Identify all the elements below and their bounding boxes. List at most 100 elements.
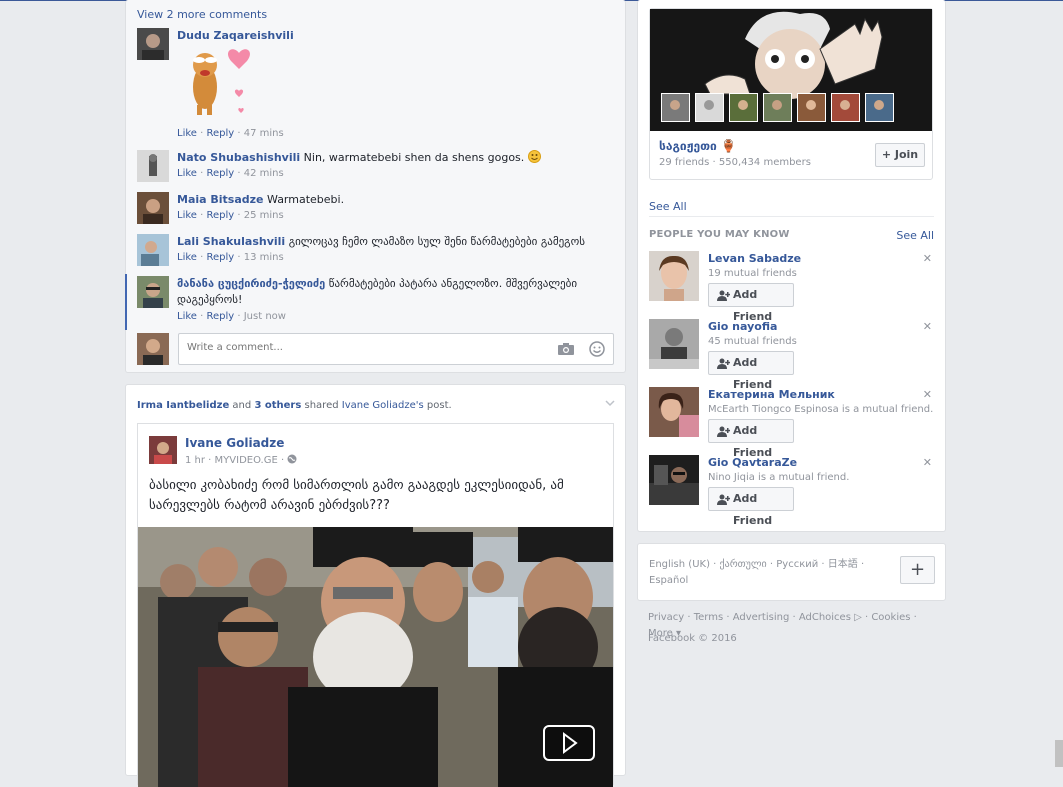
join-label: Join — [894, 148, 919, 161]
join-group-button[interactable]: + Join — [875, 143, 925, 167]
post-word-text: post. — [426, 400, 452, 411]
plus-icon: + — [881, 148, 892, 161]
add-friend-button[interactable]: Add Friend — [708, 419, 794, 459]
add-friend-button[interactable]: Add Friend — [708, 487, 794, 527]
reply-link[interactable]: Reply — [206, 168, 234, 179]
member-thumb[interactable] — [831, 93, 860, 122]
original-author-link[interactable]: Ivane Goliadze's — [342, 400, 424, 411]
pymk-item: Екатерина Мельник McEarth Tiongco Espino… — [649, 387, 934, 459]
like-link[interactable]: Like — [177, 252, 197, 263]
share-line: Irma Iantbelidze and 3 others shared Iva… — [137, 400, 452, 411]
reply-link[interactable]: Reply — [206, 252, 234, 263]
reply-link[interactable]: Reply — [206, 128, 234, 139]
dismiss-icon[interactable]: ✕ — [923, 320, 932, 333]
mutual-friends: Nino Jiqia is a mutual friend. — [708, 472, 850, 483]
comment-author[interactable]: Nato Shubashishvili — [177, 151, 300, 164]
pymk-see-all-link[interactable]: See All — [896, 229, 934, 242]
add-friend-icon — [717, 426, 730, 437]
pymk-item: Gio QavtaraZe Nino Jiqia is a mutual fri… — [649, 455, 934, 527]
language-links-line1[interactable]: English (UK) · ქართული · Русский · 日本語 · — [649, 557, 869, 573]
video-thumbnail[interactable] — [138, 527, 613, 787]
avatar[interactable] — [137, 28, 169, 60]
reply-link[interactable]: Reply — [206, 311, 234, 322]
mutual-friends: 45 mutual friends — [708, 336, 797, 347]
avatar[interactable] — [137, 192, 169, 224]
add-friend-icon — [717, 358, 730, 369]
comment-author[interactable]: Maia Bitsadze — [177, 193, 264, 206]
reply-link[interactable]: Reply — [206, 210, 234, 221]
post-time[interactable]: 1 hr — [185, 455, 205, 466]
scrollbar[interactable] — [1055, 740, 1063, 767]
comment: Dudu Zaqareishvili Like · Reply · 47 min… — [137, 28, 617, 144]
comment-time: 25 mins — [243, 210, 284, 221]
member-thumb[interactable] — [729, 93, 758, 122]
person-avatar[interactable] — [649, 455, 699, 505]
play-button[interactable] — [543, 725, 595, 761]
comment: Nato Shubashishvili Nin, warmatebebi she… — [137, 150, 617, 186]
like-link[interactable]: Like — [177, 210, 197, 221]
language-card: English (UK) · ქართული · Русский · 日本語 ·… — [637, 543, 946, 601]
member-thumb[interactable] — [865, 93, 894, 122]
avatar[interactable] — [137, 150, 169, 182]
person-avatar[interactable] — [649, 387, 699, 437]
share-verb-text: shared — [304, 400, 339, 411]
member-thumb[interactable] — [661, 93, 690, 122]
smiley-emoji-icon — [527, 150, 541, 163]
comment-time: 47 mins — [243, 128, 284, 139]
member-thumb[interactable] — [695, 93, 724, 122]
more-languages-button[interactable]: + — [900, 556, 935, 584]
comment: Maia Bitsadze Warmatebebi. Like · Reply … — [137, 192, 617, 228]
avatar[interactable] — [137, 276, 169, 308]
group-members: 550,434 members — [718, 157, 811, 168]
comment-text: Nin, warmatebebi shen da shens gogos. — [303, 151, 525, 164]
globe-icon — [287, 454, 297, 464]
like-link[interactable]: Like — [177, 128, 197, 139]
new-comment-highlight — [125, 274, 127, 330]
like-link[interactable]: Like — [177, 311, 197, 322]
group-meta: 29 friends · 550,434 members — [659, 157, 811, 168]
dismiss-icon[interactable]: ✕ — [923, 388, 932, 401]
like-link[interactable]: Like — [177, 168, 197, 179]
member-thumb[interactable] — [797, 93, 826, 122]
comment-author[interactable]: Lali Shakulashvili — [177, 235, 285, 248]
current-user-avatar[interactable] — [137, 333, 169, 365]
add-friend-button[interactable]: Add Friend — [708, 351, 794, 391]
person-avatar[interactable] — [649, 319, 699, 369]
emoji-picker-icon[interactable] — [589, 341, 605, 357]
language-list: English (UK) · ქართული · Русский · 日本語 ·… — [649, 557, 869, 589]
group-cover-image[interactable] — [650, 9, 932, 131]
chevron-down-icon[interactable] — [605, 399, 615, 407]
avatar[interactable] — [137, 234, 169, 266]
author-avatar[interactable] — [149, 436, 177, 464]
sharer-link[interactable]: Irma Iantbelidze — [137, 400, 229, 411]
view-more-comments-link[interactable]: View 2 more comments — [137, 8, 267, 21]
pymk-item: Levan Sabadze 19 mutual friends Add Frie… — [649, 251, 934, 323]
comment-text: Warmatebebi. — [267, 193, 345, 206]
person-name[interactable]: Gio QavtaraZe — [708, 456, 797, 469]
dismiss-icon[interactable]: ✕ — [923, 252, 932, 265]
suggested-group-card: საგიჟეთი 🏺 29 friends · 550,434 members … — [649, 8, 933, 180]
dismiss-icon[interactable]: ✕ — [923, 456, 932, 469]
shared-post: Irma Iantbelidze and 3 others shared Iva… — [125, 384, 626, 787]
others-link[interactable]: 3 others — [254, 400, 301, 411]
person-avatar[interactable] — [649, 251, 699, 301]
post-author[interactable]: Ivane Goliadze — [185, 436, 284, 450]
comment: Lali Shakulashvili გილოცავ ჩემო ლამაზო ს… — [137, 234, 617, 270]
person-name[interactable]: Екатерина Мельник — [708, 388, 835, 401]
comment-input[interactable] — [185, 341, 549, 354]
language-links-line2[interactable]: Español — [649, 573, 869, 589]
comment-time: 42 mins — [243, 168, 284, 179]
comment: მანანა ცუცქირიძე-ჭელიძე წარმატებები პატა… — [137, 276, 617, 328]
person-name[interactable]: Gio nayofia — [708, 320, 777, 333]
comments-section: View 2 more comments Dudu Zaqareishvili … — [125, 0, 626, 373]
group-name[interactable]: საგიჟეთი 🏺 — [659, 139, 736, 153]
comment-author[interactable]: მანანა ცუცქირიძე-ჭელიძე — [177, 277, 325, 290]
see-all-groups-link[interactable]: See All — [649, 200, 687, 213]
camera-icon[interactable] — [557, 342, 575, 356]
add-friend-button[interactable]: Add Friend — [708, 283, 794, 323]
comment-author[interactable]: Dudu Zaqareishvili — [177, 28, 607, 43]
member-thumb[interactable] — [763, 93, 792, 122]
comment-input-box[interactable] — [178, 333, 614, 365]
mutual-friends: McEarth Tiongco Espinosa is a mutual fri… — [708, 404, 934, 415]
person-name[interactable]: Levan Sabadze — [708, 252, 801, 265]
